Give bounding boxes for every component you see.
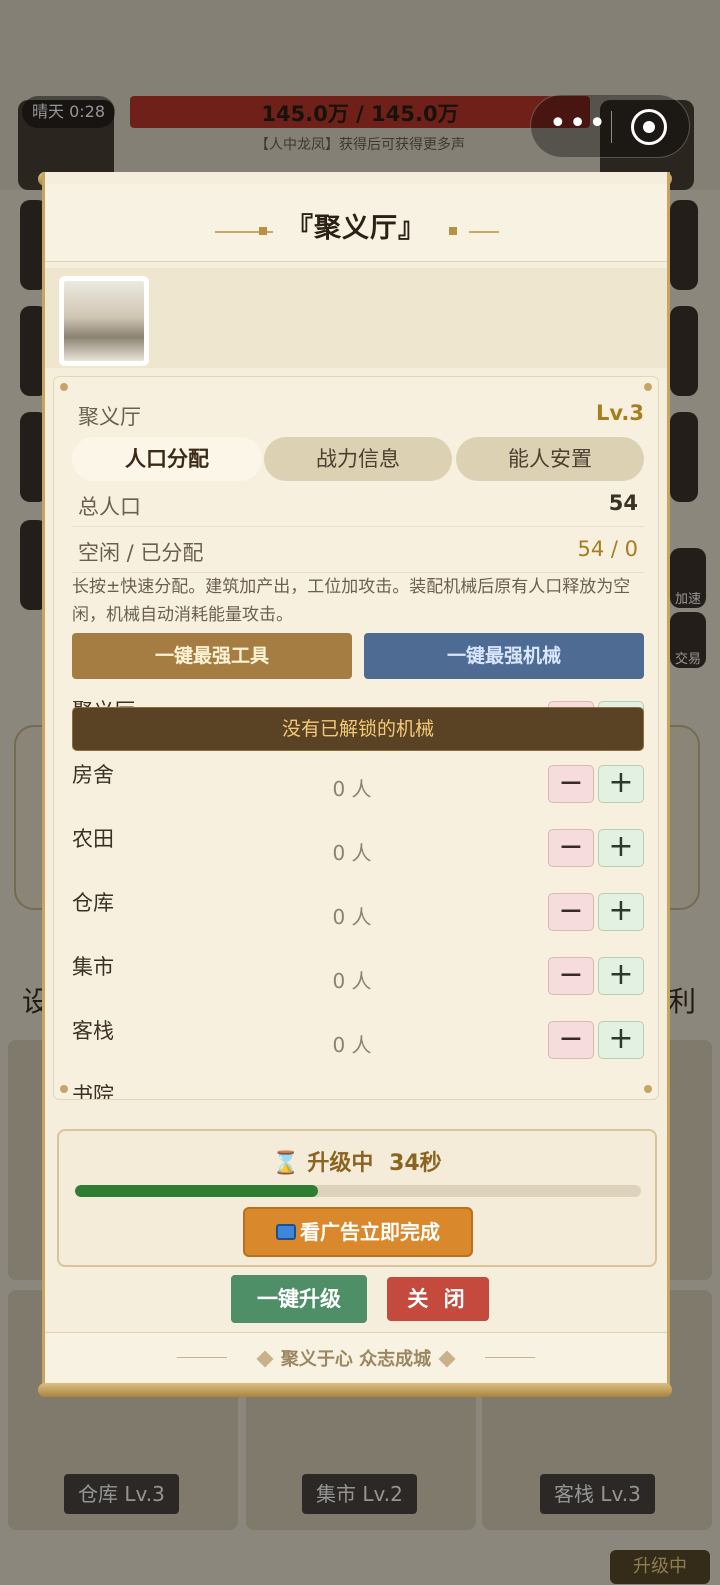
job-count: 0 人 <box>332 969 372 993</box>
idle-assigned-row: 空闲 / 已分配 54 / 0 <box>72 529 644 573</box>
job-count: 0 人 <box>332 777 372 801</box>
one-click-upgrade-button[interactable]: 一键升级 <box>231 1275 367 1323</box>
increase-button[interactable]: + <box>598 1021 644 1059</box>
building-image-row <box>45 268 667 368</box>
decrease-button[interactable]: − <box>548 957 594 995</box>
upgrade-status-text: 升级中 <box>307 1151 374 1176</box>
panel-corner <box>60 1085 68 1093</box>
title-deco-dot <box>449 227 457 235</box>
diamond-icon <box>256 1350 274 1368</box>
increase-button[interactable]: + <box>598 893 644 931</box>
tv-icon <box>276 1223 296 1240</box>
tab-population[interactable]: 人口分配 <box>72 437 262 481</box>
total-population-label: 总人口 <box>78 495 141 519</box>
job-name: 客栈 <box>72 1019 114 1043</box>
tab-combat-info[interactable]: 战力信息 <box>264 437 452 481</box>
upgrade-progress-bar <box>75 1185 641 1197</box>
decrease-button[interactable]: − <box>548 765 594 803</box>
job-name: 书院 <box>72 1083 114 1100</box>
no-mech-toast: 没有已解锁的机械 <box>72 707 644 751</box>
hourglass-icon: ⌛ <box>272 1151 300 1176</box>
job-name: 农田 <box>72 827 114 851</box>
scroll-rod-bottom <box>38 1383 672 1397</box>
tab-talent[interactable]: 能人安置 <box>456 437 644 481</box>
decrease-button[interactable]: − <box>548 829 594 867</box>
job-name: 仓库 <box>72 891 114 915</box>
diamond-icon <box>438 1350 456 1368</box>
job-name: 房舍 <box>72 763 114 787</box>
building-modal: 『聚义厅』 聚义厅 Lv.3 人口分配 战力信息 能人安置 总人口 54 空闲 … <box>42 172 670 1394</box>
panel-corner <box>644 383 652 391</box>
job-name: 集市 <box>72 955 114 979</box>
capsule-divider <box>611 111 612 143</box>
best-mech-button[interactable]: 一键最强机械 <box>364 633 644 679</box>
info-panel: 聚义厅 Lv.3 人口分配 战力信息 能人安置 总人口 54 空闲 / 已分配 … <box>53 376 659 1100</box>
job-row: 集市 0 人 − + <box>72 951 644 1011</box>
more-dots-icon[interactable]: ••• <box>549 109 606 141</box>
job-count: 0 人 <box>312 1093 392 1099</box>
title-deco-line <box>469 231 499 233</box>
watch-ad-button[interactable]: 看广告立即完成 <box>243 1207 473 1257</box>
close-button[interactable]: 关 闭 <box>387 1277 489 1321</box>
building-level: Lv.3 <box>596 401 644 425</box>
idle-assigned-label: 空闲 / 已分配 <box>78 541 204 565</box>
building-name: 聚义厅 <box>78 405 141 429</box>
miniapp-capsule: ••• <box>530 94 690 158</box>
watch-ad-label: 看广告立即完成 <box>300 1220 440 1244</box>
upgrade-time: 34秒 <box>389 1151 442 1176</box>
modal-footer: 聚义于心 众志成城 <box>45 1332 667 1382</box>
increase-button[interactable]: + <box>598 829 644 867</box>
building-level-row: 聚义厅 Lv.3 <box>78 401 644 431</box>
job-row: 农田 0 人 − + <box>72 823 644 883</box>
job-row: 书院 0 人 <box>72 1079 644 1100</box>
footer-deco-line <box>485 1357 535 1358</box>
panel-corner <box>644 1085 652 1093</box>
allocation-hint: 长按±快速分配。建筑加产出，工位加攻击。装配机械后原有人口释放为空闲，机械自动消… <box>72 577 631 625</box>
job-row: 房舍 0 人 − + <box>72 759 644 819</box>
idle-assigned-value: 54 / 0 <box>577 537 638 561</box>
upgrade-status: ⌛ 升级中 34秒 <box>59 1145 655 1177</box>
decrease-button[interactable]: − <box>548 1021 594 1059</box>
miniapp-close-icon[interactable] <box>631 109 667 145</box>
job-count: 0 人 <box>332 1033 372 1057</box>
job-count: 0 人 <box>332 841 372 865</box>
best-tool-button[interactable]: 一键最强工具 <box>72 633 352 679</box>
increase-button[interactable]: + <box>598 957 644 995</box>
building-ink-painting <box>64 281 144 361</box>
decrease-button[interactable]: − <box>548 893 594 931</box>
job-count: 0 人 <box>332 905 372 929</box>
total-population-row: 总人口 54 <box>72 483 644 527</box>
job-row: 仓库 0 人 − + <box>72 887 644 947</box>
increase-button[interactable]: + <box>598 765 644 803</box>
upgrade-progress-fill <box>75 1185 319 1197</box>
motto-text: 聚义于心 众志成城 <box>280 1349 432 1370</box>
upgrade-box: ⌛ 升级中 34秒 看广告立即完成 <box>57 1129 657 1267</box>
job-row: 客栈 0 人 − + <box>72 1015 644 1075</box>
total-population-value: 54 <box>608 491 638 515</box>
tab-bar: 人口分配 战力信息 能人安置 <box>72 437 644 481</box>
panel-corner <box>60 383 68 391</box>
modal-title: 『聚义厅』 <box>286 213 426 244</box>
modal-header: 『聚义厅』 <box>45 184 667 262</box>
motto: 聚义于心 众志成城 <box>45 1345 667 1371</box>
building-thumbnail[interactable] <box>59 276 149 366</box>
